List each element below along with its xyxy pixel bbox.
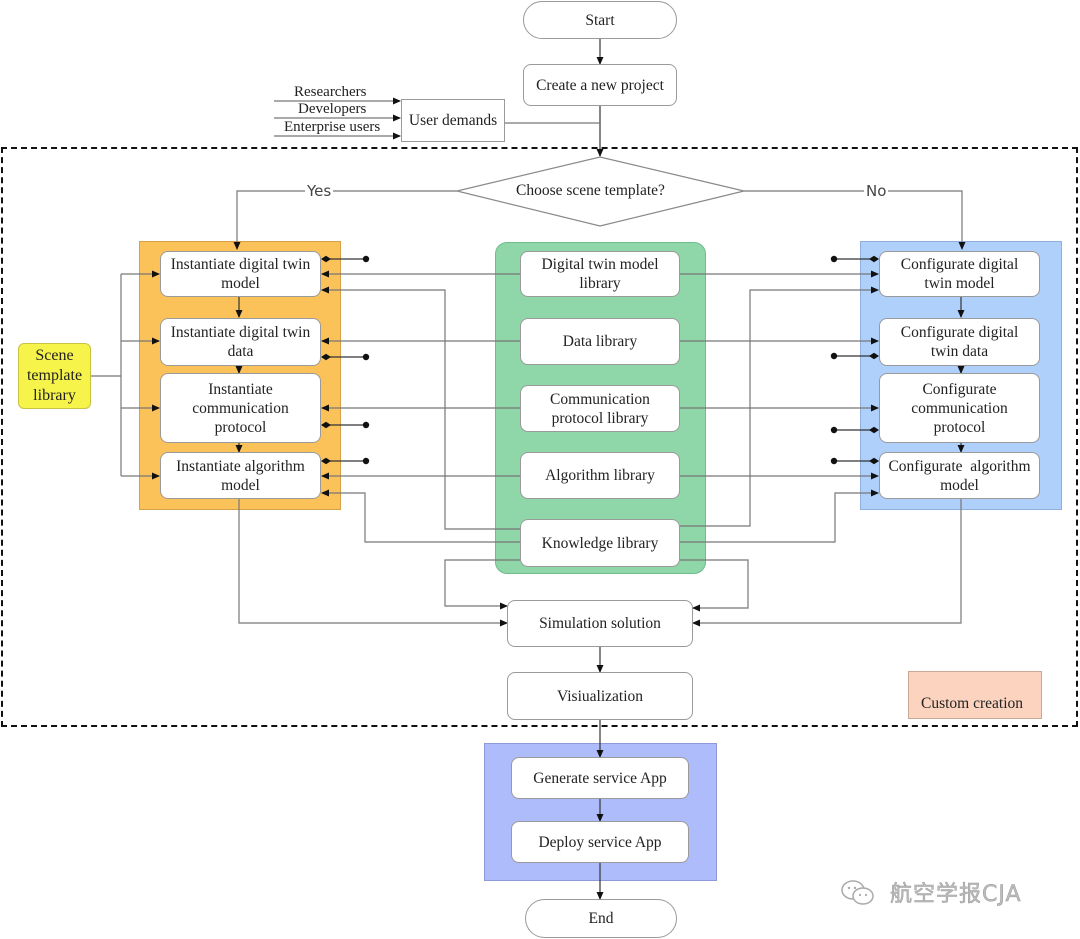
algorithm-library-label: Algorithm library bbox=[545, 467, 655, 484]
comm-protocol-library: Communication protocol library bbox=[520, 385, 680, 432]
decision-label: Choose scene template? bbox=[516, 182, 665, 199]
legend-custom-creation-label: Custom creation bbox=[921, 695, 1024, 712]
user-demands-label: User demands bbox=[408, 112, 498, 129]
visualization-step: Visiualization bbox=[507, 672, 693, 720]
input-developers: Developers bbox=[298, 101, 367, 117]
configurate-dt-data: Configurate digital twin data bbox=[879, 318, 1040, 366]
instantiate-algorithm-model-label: Instantiate algorithm model bbox=[176, 457, 305, 494]
input-enterprise-users: Enterprise users bbox=[284, 119, 381, 135]
scene-template-library: Scene template library bbox=[18, 343, 91, 409]
configurate-algorithm-model: Configurate algorithm model bbox=[879, 452, 1040, 499]
configurate-dt-data-label: Configurate digital twin data bbox=[900, 324, 1019, 360]
watermark: 航空学报CJA bbox=[840, 876, 1022, 908]
data-library: Data library bbox=[520, 318, 680, 365]
generate-service-app-label: Generate service App bbox=[533, 769, 667, 787]
create-project-step: Create a new project bbox=[523, 64, 677, 106]
instantiate-algorithm-model: Instantiate algorithm model bbox=[160, 452, 321, 499]
deploy-service-app: Deploy service App bbox=[511, 821, 689, 863]
no-label: No bbox=[864, 182, 889, 200]
configurate-comm-protocol: Configurate communication protocol bbox=[879, 373, 1040, 443]
data-library-label: Data library bbox=[562, 333, 638, 350]
comm-protocol-library-label: Communication protocol library bbox=[550, 390, 650, 427]
instantiate-comm-protocol-label: Instantiate communication protocol bbox=[192, 380, 289, 436]
dt-model-library: Digital twin model library bbox=[520, 251, 680, 297]
end-label: End bbox=[588, 910, 614, 927]
generate-service-app: Generate service App bbox=[511, 757, 689, 799]
configurate-algorithm-model-label: Configurate algorithm model bbox=[888, 457, 1035, 494]
simulation-solution: Simulation solution bbox=[507, 600, 693, 647]
input-researchers: Researchers bbox=[294, 84, 367, 100]
instantiate-dt-data: Instantiate digital twin data bbox=[160, 318, 321, 366]
scene-template-library-label: Scene template library bbox=[26, 347, 83, 404]
instantiate-dt-model-label: Instantiate digital twin model bbox=[170, 256, 311, 292]
create-project-label: Create a new project bbox=[536, 76, 664, 94]
instantiate-comm-protocol: Instantiate communication protocol bbox=[160, 373, 321, 443]
configurate-dt-model-label: Configurate digital twin model bbox=[900, 256, 1019, 292]
configurate-comm-protocol-label: Configurate communication protocol bbox=[911, 380, 1008, 436]
end-terminal: End bbox=[525, 899, 677, 938]
instantiate-dt-data-label: Instantiate digital twin data bbox=[170, 324, 311, 360]
user-demands-box: User demands bbox=[401, 99, 505, 142]
dt-model-library-label: Digital twin model library bbox=[541, 256, 659, 292]
watermark-text: 航空学报CJA bbox=[890, 882, 1022, 908]
start-label: Start bbox=[585, 11, 615, 29]
knowledge-library: Knowledge library bbox=[520, 519, 680, 567]
yes-label: Yes bbox=[305, 182, 334, 200]
wechat-icon bbox=[840, 879, 876, 905]
start-terminal: Start bbox=[523, 1, 677, 39]
simulation-solution-label: Simulation solution bbox=[539, 615, 661, 632]
configurate-dt-model: Configurate digital twin model bbox=[879, 251, 1040, 297]
instantiate-dt-model: Instantiate digital twin model bbox=[160, 251, 321, 297]
algorithm-library: Algorithm library bbox=[520, 452, 680, 499]
knowledge-library-label: Knowledge library bbox=[541, 534, 659, 552]
deploy-service-app-label: Deploy service App bbox=[538, 833, 662, 851]
visualization-label: Visiualization bbox=[556, 687, 644, 705]
